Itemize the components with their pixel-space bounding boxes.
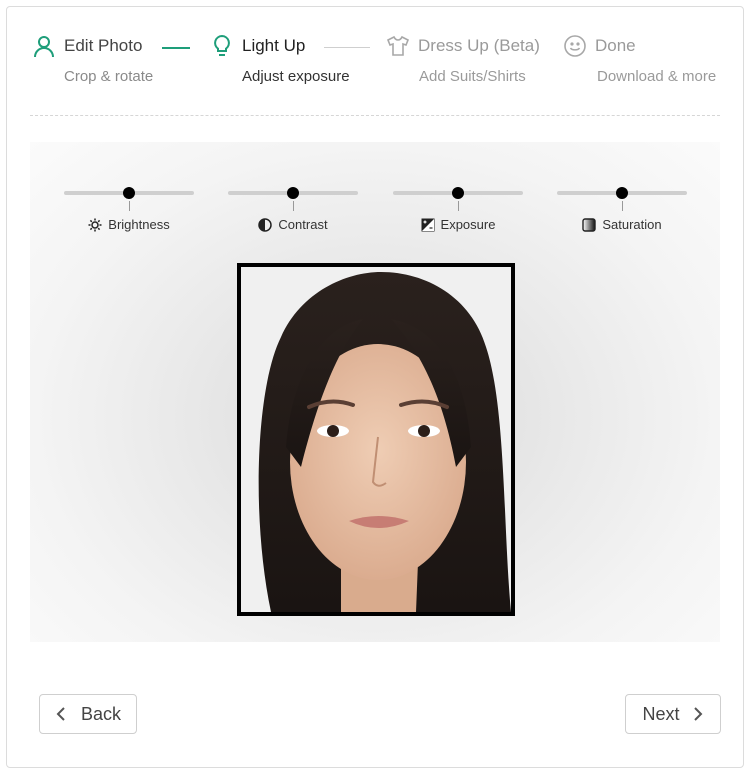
step-title: Light Up — [242, 36, 306, 55]
step-light-up[interactable]: Light Up Adjust exposure — [210, 32, 350, 85]
contrast-icon — [258, 217, 273, 232]
slider-handle[interactable] — [287, 187, 299, 199]
portrait-photo — [237, 263, 515, 616]
brightness-slider[interactable]: Brightness — [64, 183, 194, 233]
step-subtitle: Add Suits/Shirts — [419, 68, 526, 85]
step-edit-photo[interactable]: Edit Photo Crop & rotate — [32, 32, 153, 85]
back-button[interactable]: Back — [39, 694, 137, 734]
divider — [30, 115, 720, 116]
contrast-slider[interactable]: Contrast — [228, 183, 358, 233]
person-icon — [32, 34, 56, 58]
slider-center-tick — [129, 201, 130, 211]
slider-center-tick — [622, 201, 623, 211]
step-title: Dress Up (Beta) — [418, 36, 540, 55]
saturation-slider[interactable]: Saturation — [557, 183, 687, 233]
step-dress-up[interactable]: Dress Up (Beta) Add Suits/Shirts — [386, 32, 540, 85]
smiley-icon — [563, 34, 587, 58]
step-done[interactable]: Done Download & more — [563, 32, 716, 85]
slider-center-tick — [458, 201, 459, 211]
exposure-slider[interactable]: Exposure — [393, 183, 523, 233]
shirt-icon — [386, 34, 410, 58]
step-title: Done — [595, 36, 636, 55]
chevron-left-icon — [56, 707, 65, 721]
slider-handle[interactable] — [452, 187, 464, 199]
saturation-icon — [582, 217, 597, 232]
slider-label: Contrast — [278, 217, 328, 232]
slider-handle[interactable] — [616, 187, 628, 199]
slider-handle[interactable] — [123, 187, 135, 199]
chevron-right-icon — [693, 707, 702, 721]
step-subtitle: Crop & rotate — [64, 68, 154, 85]
exposure-icon — [421, 218, 435, 231]
back-label: Back — [80, 703, 122, 724]
step-subtitle: Download & more — [597, 68, 717, 85]
sun-icon — [88, 218, 102, 231]
step-connector — [162, 47, 190, 49]
slider-label: Brightness — [108, 217, 170, 232]
step-progress: Edit Photo Crop & rotate Light Up Adjust… — [0, 0, 750, 110]
next-label: Next — [642, 703, 680, 724]
portrait-image — [241, 267, 511, 612]
slider-center-tick — [293, 201, 294, 211]
step-subtitle: Adjust exposure — [242, 68, 350, 85]
lightbulb-icon — [210, 34, 234, 58]
step-connector — [324, 47, 370, 48]
slider-label: Exposure — [440, 217, 496, 232]
slider-label: Saturation — [602, 217, 662, 232]
next-button[interactable]: Next — [625, 694, 721, 734]
step-title: Edit Photo — [64, 36, 143, 55]
